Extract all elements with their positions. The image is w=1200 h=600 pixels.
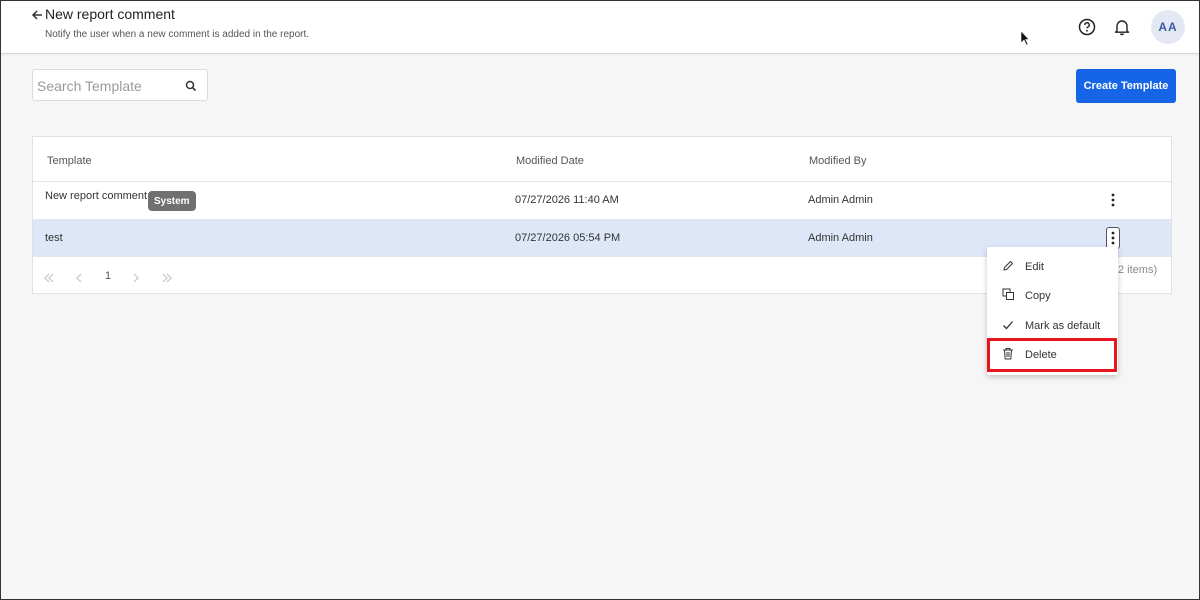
- first-page-icon[interactable]: [43, 272, 55, 286]
- back-arrow-icon[interactable]: [30, 6, 44, 24]
- next-page-icon[interactable]: [132, 272, 140, 286]
- previous-page-icon[interactable]: [75, 272, 83, 286]
- modified-date: 07/27/2026 05:54 PM: [515, 232, 621, 244]
- template-name: test: [45, 232, 63, 244]
- modified-by: Admin Admin: [808, 194, 873, 206]
- table-row[interactable]: New report comment System 07/27/2026 11:…: [33, 182, 1171, 218]
- pencil-icon: [1002, 259, 1016, 273]
- search-icon[interactable]: [185, 79, 199, 93]
- trash-icon: [1002, 347, 1016, 361]
- menu-item-label: Copy: [1025, 290, 1051, 302]
- menu-item-copy[interactable]: Copy: [987, 282, 1118, 310]
- page-subtitle: Notify the user when a new comment is ad…: [45, 29, 310, 40]
- user-avatar[interactable]: AA: [1151, 10, 1185, 44]
- column-header-template[interactable]: Template: [47, 155, 92, 167]
- menu-item-label: Delete: [1025, 349, 1057, 361]
- last-page-icon[interactable]: [161, 272, 173, 286]
- items-count: 2 items): [1118, 264, 1158, 276]
- modified-date: 07/27/2026 11:40 AM: [515, 194, 619, 206]
- search-input[interactable]: [37, 75, 177, 97]
- create-template-button[interactable]: Create Template: [1076, 69, 1176, 103]
- page-number[interactable]: 1: [105, 270, 111, 282]
- page-title: New report comment: [45, 6, 175, 22]
- system-badge: System: [148, 191, 196, 211]
- row-context-menu: Edit Copy Mark as default Delete: [987, 247, 1118, 375]
- column-header-modified-date[interactable]: Modified Date: [516, 155, 584, 167]
- column-header-modified-by[interactable]: Modified By: [809, 155, 866, 167]
- menu-item-label: Mark as default: [1025, 320, 1101, 332]
- search-box: [32, 69, 208, 101]
- row-actions-icon[interactable]: [1106, 227, 1120, 249]
- copy-icon: [1002, 288, 1016, 302]
- menu-item-label: Edit: [1025, 261, 1044, 273]
- row-actions-icon[interactable]: [1106, 189, 1120, 211]
- bell-icon[interactable]: [1111, 16, 1133, 38]
- menu-item-delete[interactable]: Delete: [987, 341, 1118, 369]
- template-name: New report comment: [45, 190, 148, 202]
- page-header: New report comment Notify the user when …: [0, 0, 1200, 54]
- menu-item-edit[interactable]: Edit: [987, 253, 1118, 281]
- mouse-cursor-icon: [1020, 30, 1030, 46]
- menu-item-mark-as-default[interactable]: Mark as default: [987, 312, 1118, 340]
- check-icon: [1002, 318, 1016, 332]
- modified-by: Admin Admin: [808, 232, 873, 244]
- help-icon[interactable]: [1076, 16, 1098, 38]
